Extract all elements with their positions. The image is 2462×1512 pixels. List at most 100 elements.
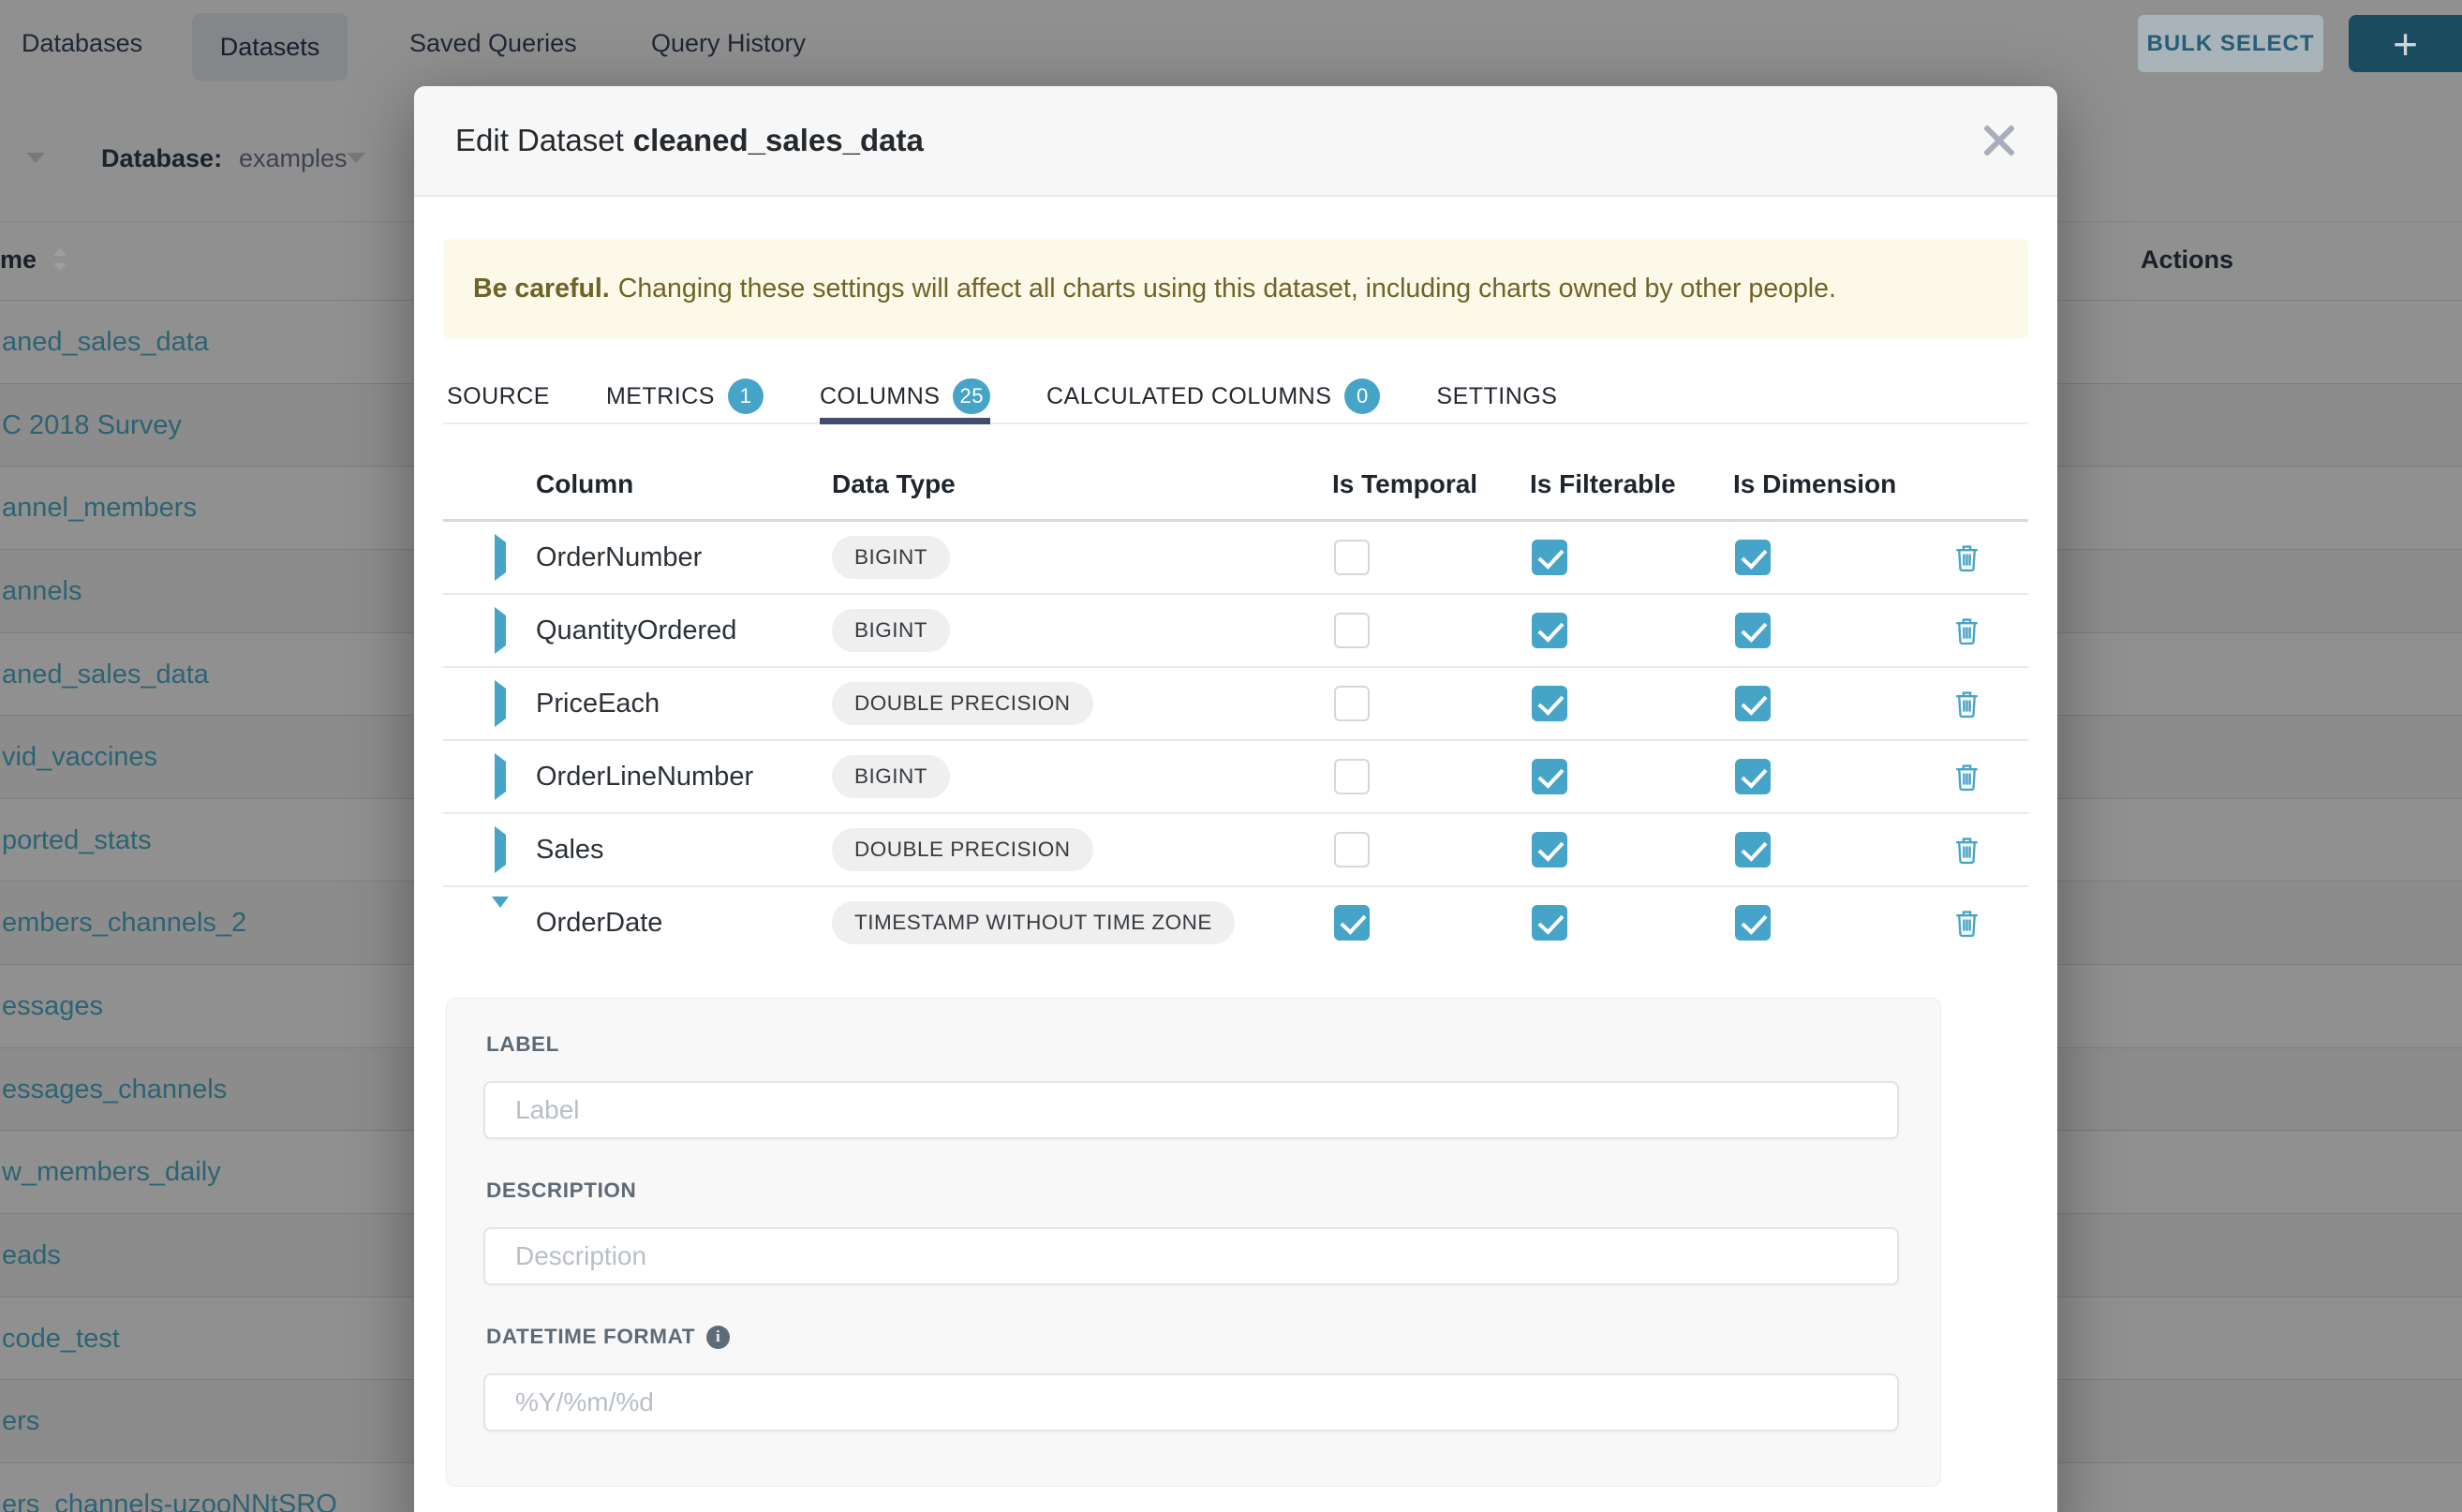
add-dataset-button[interactable]: +	[2349, 15, 2462, 72]
delete-column-button[interactable]	[1905, 543, 2028, 572]
label-input[interactable]	[483, 1081, 1899, 1139]
delete-column-button[interactable]	[1905, 836, 2028, 865]
is-temporal-checkbox[interactable]	[1334, 905, 1370, 941]
nav-item-databases[interactable]: Databases	[22, 0, 142, 86]
tab-calculated-columns[interactable]: CALCULATED COLUMNS0	[1046, 370, 1380, 422]
data-type-pill: DOUBLE PRECISION	[832, 682, 1093, 725]
column-header-is-temporal: Is Temporal	[1332, 469, 1530, 499]
tab-badge: 25	[953, 378, 989, 414]
bulk-select-button[interactable]: BULK SELECT	[2138, 15, 2323, 72]
sort-icon[interactable]	[53, 248, 67, 271]
dataset-link[interactable]: annels	[2, 550, 82, 632]
column-name: PriceEach	[536, 689, 832, 719]
dataset-link[interactable]: embers_channels_2	[2, 882, 246, 964]
modal-title-prefix: Edit Dataset	[455, 123, 624, 157]
nav-item-query-history[interactable]: Query History	[651, 0, 806, 86]
is-temporal-checkbox[interactable]	[1334, 686, 1370, 721]
header-spacer	[1905, 469, 2028, 499]
dataset-link[interactable]: eads	[2, 1214, 61, 1297]
dataset-link[interactable]: C 2018 Survey	[2, 384, 182, 467]
column-row-QuantityOrdered: QuantityOrderedBIGINT	[443, 595, 2028, 668]
expand-caret-icon[interactable]	[495, 826, 506, 873]
is-temporal-checkbox[interactable]	[1334, 759, 1370, 794]
modal-title: Edit Dataset cleaned_sales_data	[455, 123, 924, 158]
dataset-link[interactable]: vid_vaccines	[2, 716, 157, 798]
filter-dropdown-caret-icon[interactable]	[26, 153, 45, 163]
modal-body: Be careful. Changing these settings will…	[414, 239, 2057, 1487]
expand-caret-icon[interactable]	[495, 534, 506, 581]
name-column-header[interactable]: me	[0, 239, 37, 280]
label-field-label: LABEL	[486, 1032, 1940, 1057]
column-row-PriceEach: PriceEachDOUBLE PRECISION	[443, 668, 2028, 741]
dataset-link[interactable]: w_members_daily	[2, 1131, 221, 1213]
tab-source[interactable]: SOURCE	[447, 370, 550, 422]
tab-columns[interactable]: COLUMNS25	[820, 370, 990, 422]
delete-column-button[interactable]	[1905, 763, 2028, 792]
columns-table: ColumnData TypeIs TemporalIs FilterableI…	[443, 424, 2028, 958]
delete-column-button[interactable]	[1905, 689, 2028, 719]
is-dimension-checkbox[interactable]	[1735, 613, 1771, 648]
description-input[interactable]	[483, 1227, 1899, 1285]
column-header-column: Column	[536, 469, 832, 499]
is-filterable-checkbox[interactable]	[1532, 540, 1567, 575]
modal-dataset-name: cleaned_sales_data	[633, 123, 924, 157]
is-dimension-checkbox[interactable]	[1735, 686, 1771, 721]
data-type-pill: BIGINT	[832, 536, 950, 579]
dataset-link[interactable]: essages_channels	[2, 1048, 227, 1131]
nav-item-saved-queries[interactable]: Saved Queries	[409, 0, 577, 86]
database-dropdown-caret-icon[interactable]	[347, 153, 365, 163]
close-icon[interactable]	[1982, 124, 2016, 157]
expand-caret-icon[interactable]	[495, 753, 506, 800]
is-dimension-checkbox[interactable]	[1735, 759, 1771, 794]
dataset-link[interactable]: aned_sales_data	[2, 301, 209, 383]
is-filterable-checkbox[interactable]	[1532, 613, 1567, 648]
info-icon[interactable]: i	[706, 1326, 730, 1349]
tab-badge: 1	[728, 378, 764, 414]
dataset-link[interactable]: ported_stats	[2, 799, 152, 882]
column-header-is-dimension: Is Dimension	[1733, 469, 1905, 499]
tab-settings[interactable]: SETTINGS	[1436, 370, 1557, 422]
plus-icon: +	[2393, 19, 2418, 69]
delete-column-button[interactable]	[1905, 616, 2028, 645]
column-name: QuantityOrdered	[536, 615, 832, 646]
column-editor-panel: LABEL DESCRIPTION DATETIME FORMAT i	[446, 998, 1941, 1487]
is-filterable-checkbox[interactable]	[1532, 905, 1567, 941]
dataset-link[interactable]: code_test	[2, 1297, 120, 1380]
expand-caret-icon[interactable]	[495, 607, 506, 654]
is-temporal-checkbox[interactable]	[1334, 613, 1370, 648]
actions-column-header: Actions	[2141, 239, 2233, 280]
dataset-link[interactable]: annel_members	[2, 467, 197, 549]
dataset-link[interactable]: ers	[2, 1380, 39, 1462]
delete-column-button[interactable]	[1905, 909, 2028, 938]
tab-label: SETTINGS	[1436, 383, 1557, 410]
dataset-link[interactable]: essages	[2, 965, 103, 1047]
tab-metrics[interactable]: METRICS1	[606, 370, 764, 422]
trash-icon	[1954, 836, 1980, 865]
dataset-link[interactable]: aned_sales_data	[2, 633, 209, 716]
screen: Databases Datasets Saved Queries Query Hist…	[0, 0, 2462, 1512]
is-filterable-checkbox[interactable]	[1532, 759, 1567, 794]
trash-icon	[1954, 689, 1980, 719]
datetime-format-input[interactable]	[483, 1373, 1899, 1431]
modal-tabs: SOURCE METRICS1 COLUMNS25 CALCULATED COLUMN…	[443, 370, 2028, 424]
columns-table-header: ColumnData TypeIs TemporalIs FilterableI…	[443, 424, 2028, 522]
expand-caret-icon[interactable]	[495, 680, 506, 727]
collapse-caret-icon[interactable]	[492, 897, 509, 938]
database-filter-value[interactable]: examples	[239, 138, 348, 179]
data-type-pill: TIMESTAMP WITHOUT TIME ZONE	[832, 901, 1235, 944]
is-temporal-checkbox[interactable]	[1334, 832, 1370, 867]
is-temporal-checkbox[interactable]	[1334, 540, 1370, 575]
is-dimension-checkbox[interactable]	[1735, 905, 1771, 941]
is-filterable-checkbox[interactable]	[1532, 686, 1567, 721]
nav-item-datasets[interactable]: Datasets	[192, 13, 348, 81]
dataset-link[interactable]: ers_channels-uzooNNtSRO	[2, 1463, 337, 1512]
is-filterable-checkbox[interactable]	[1532, 832, 1567, 867]
is-dimension-checkbox[interactable]	[1735, 540, 1771, 575]
column-row-OrderLineNumber: OrderLineNumberBIGINT	[443, 741, 2028, 814]
tab-badge: 0	[1344, 378, 1380, 414]
is-dimension-checkbox[interactable]	[1735, 832, 1771, 867]
modal-header: Edit Dataset cleaned_sales_data	[414, 86, 2057, 197]
column-row-OrderDate: OrderDateTIMESTAMP WITHOUT TIME ZONE	[443, 887, 2028, 958]
column-header-is-filterable: Is Filterable	[1530, 469, 1733, 499]
warning-banner: Be careful. Changing these settings will…	[443, 239, 2028, 338]
